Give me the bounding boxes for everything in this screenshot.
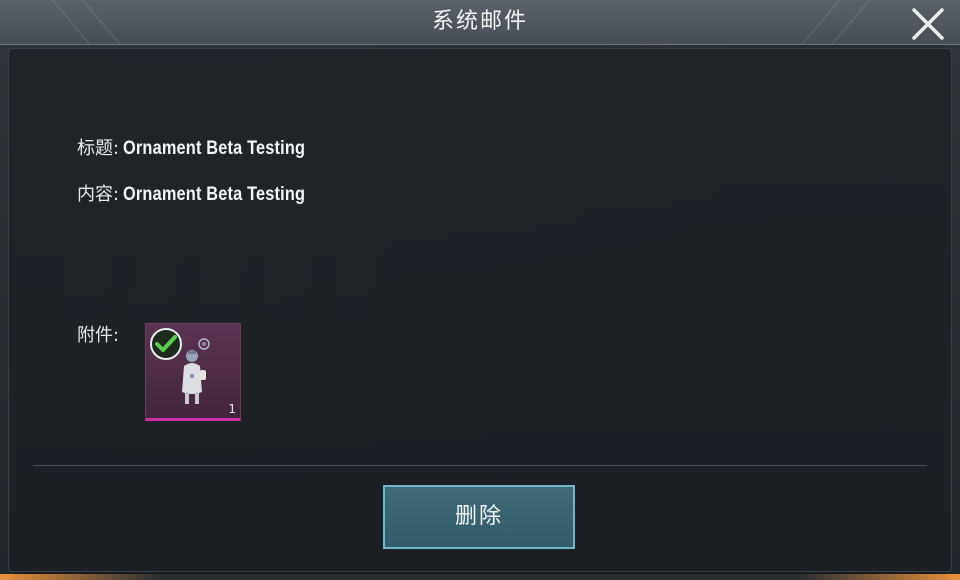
screen: ▮▮▮▮▮ 系统邮件 标题:Ornament Beta Testing 内容:O…	[0, 0, 960, 580]
attachment-label: 附件:	[77, 325, 120, 346]
attachment-quantity: 1	[228, 402, 236, 416]
bottom-accent	[800, 574, 960, 580]
delete-button[interactable]: 删除	[383, 485, 575, 549]
bottom-strip	[0, 574, 960, 580]
close-icon	[912, 8, 944, 40]
attachment-item[interactable]: 1	[145, 323, 241, 421]
claimed-check-icon	[150, 328, 182, 360]
close-button[interactable]	[908, 4, 948, 44]
window-title: 系统邮件	[431, 9, 528, 34]
mail-panel: 标题: Ornament Beta Testing 内容: Ornament Bet…	[8, 48, 952, 572]
content-row: 内容: Ornament Beta Testing	[77, 181, 335, 209]
subject-row: 标题: Ornament Beta Testing	[77, 135, 335, 163]
subject-label: 标题:	[77, 138, 120, 159]
content-text: Ornament Beta Testing	[123, 184, 306, 205]
subject-text: Ornament Beta Testing	[123, 138, 306, 159]
content-label: 内容:	[77, 184, 120, 205]
title-bar: 系统邮件	[0, 0, 960, 45]
divider	[33, 465, 927, 466]
bottom-accent	[0, 574, 160, 580]
